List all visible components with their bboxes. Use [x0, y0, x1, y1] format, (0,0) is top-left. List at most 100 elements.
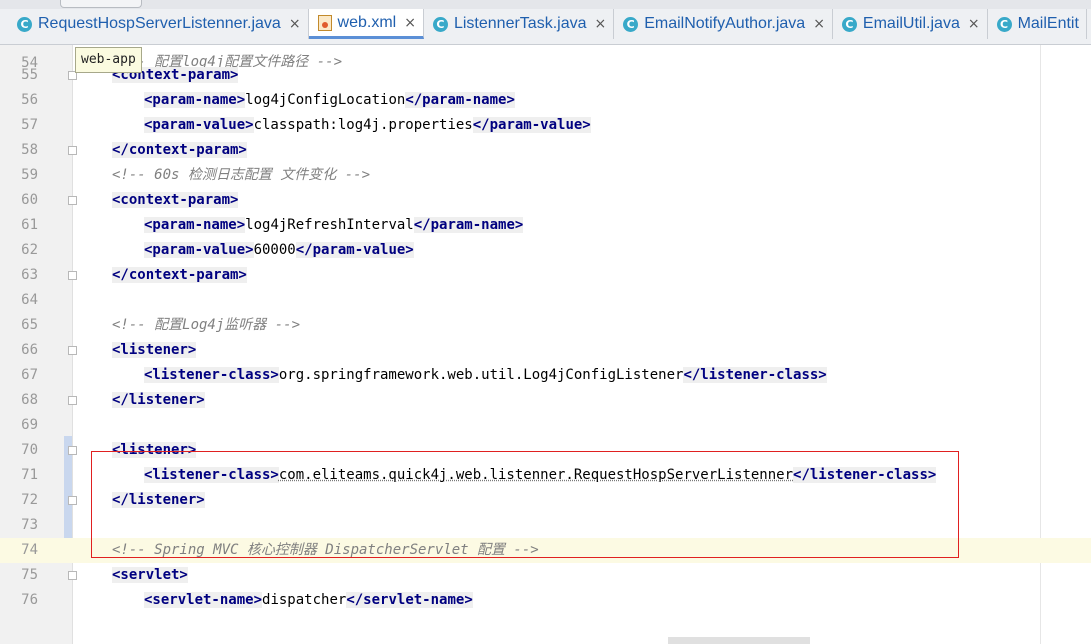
xml-tag: <servlet-name> — [144, 592, 263, 608]
code-text: <param-value>classpath:log4j.properties<… — [144, 113, 591, 138]
code-text: <!-- 60s 检测日志配置 文件变化 --> — [112, 163, 370, 188]
line-number: 58 — [21, 142, 38, 158]
horizontal-scrollbar-thumb[interactable] — [668, 637, 810, 644]
tab-3[interactable]: C EmailNotifyAuthor.java × — [614, 9, 833, 39]
xml-tag: <listener-class> — [144, 467, 279, 483]
code-line-63[interactable]: 63 </context-param> — [0, 263, 1091, 288]
code-line-74[interactable]: 74 <!-- Spring MVC 核心控制器 DispatcherServle… — [0, 538, 1091, 563]
code-line-64[interactable]: 64 — [0, 288, 1091, 313]
tab-label: RequestHospServerListenner.java — [38, 15, 281, 32]
line-number: 72 — [21, 492, 38, 508]
line-number: 65 — [21, 317, 38, 333]
fold-marker-icon[interactable] — [68, 346, 77, 355]
line-number: 61 — [21, 217, 38, 233]
code-text: <listener-class>org.springframework.web.… — [144, 363, 827, 388]
code-line-66[interactable]: 66 <listener> — [0, 338, 1091, 363]
tab-4[interactable]: C EmailUtil.java × — [833, 9, 988, 39]
fold-marker-icon[interactable] — [68, 496, 77, 505]
code-line-72[interactable]: 72 </listener> — [0, 488, 1091, 513]
xml-tag: <listener> — [112, 442, 197, 458]
fold-marker-icon[interactable] — [68, 571, 77, 580]
xml-text: classpath:log4j.properties — [253, 117, 473, 133]
navigation-crumb[interactable] — [60, 0, 142, 8]
close-icon[interactable]: × — [813, 16, 825, 32]
tab-label: EmailUtil.java — [862, 15, 960, 32]
java-class-icon: C — [623, 16, 639, 32]
xml-text: 60000 — [253, 242, 296, 258]
code-editor[interactable]: 54 <!-- 配置log4j配置文件路径 --> 55 <context-par… — [0, 45, 1091, 644]
java-class-icon: C — [841, 16, 857, 32]
code-text: <servlet> — [112, 563, 188, 588]
code-line-59[interactable]: 59 <!-- 60s 检测日志配置 文件变化 --> — [0, 163, 1091, 188]
fold-marker-icon[interactable] — [68, 271, 77, 280]
code-text: </context-param> — [112, 138, 247, 163]
fold-marker-icon[interactable] — [68, 146, 77, 155]
close-icon[interactable]: × — [594, 16, 606, 32]
fold-marker-icon[interactable] — [68, 396, 77, 405]
line-number: 69 — [21, 417, 38, 433]
code-text: <listener> — [112, 338, 197, 363]
code-lines: 54 <!-- 配置log4j配置文件路径 --> 55 <context-par… — [0, 54, 1091, 613]
tab-2[interactable]: C ListennerTask.java × — [424, 9, 615, 39]
fold-marker-icon[interactable] — [68, 446, 77, 455]
code-line-75[interactable]: 75 <servlet> — [0, 563, 1091, 588]
code-line-57[interactable]: 57 <param-value>classpath:log4j.propertie… — [0, 113, 1091, 138]
xml-text: org.springframework.web.util.Log4jConfig… — [278, 367, 684, 383]
code-text: <listener> — [112, 438, 197, 463]
code-line-69[interactable]: 69 — [0, 413, 1091, 438]
code-text: <!-- 配置Log4j监听器 --> — [112, 313, 300, 338]
code-line-71[interactable]: 71 <listener-class>com.eliteams.quick4j.w… — [0, 463, 1091, 488]
line-number: 75 — [21, 567, 38, 583]
code-line-56[interactable]: 56 <param-name>log4jConfigLocation</param… — [0, 88, 1091, 113]
xml-tag: </context-param> — [112, 267, 247, 283]
code-line-76[interactable]: 76 <servlet-name>dispatcher</servlet-name… — [0, 588, 1091, 613]
xml-tag: </context-param> — [112, 142, 247, 158]
line-number: 66 — [21, 342, 38, 358]
code-line-65[interactable]: 65 <!-- 配置Log4j监听器 --> — [0, 313, 1091, 338]
code-text: <param-name>log4jConfigLocation</param-n… — [144, 88, 515, 113]
tab-label: web.xml — [337, 13, 397, 31]
xml-tag: </listener-class> — [793, 467, 937, 483]
code-line-70[interactable]: 70 <listener> — [0, 438, 1091, 463]
code-line-67[interactable]: 67 <listener-class>org.springframework.we… — [0, 363, 1091, 388]
java-class-icon: C — [432, 16, 448, 32]
code-line-68[interactable]: 68 </listener> — [0, 388, 1091, 413]
code-line-60[interactable]: 60 <context-param> — [0, 188, 1091, 213]
xml-text: dispatcher — [262, 592, 347, 608]
xml-tag: </param-value> — [472, 117, 591, 133]
xml-comment: <!-- 60s 检测日志配置 文件变化 --> — [112, 167, 371, 183]
code-line-73[interactable]: 73 — [0, 513, 1091, 538]
line-number: 73 — [21, 517, 38, 533]
xml-tag: </param-value> — [295, 242, 414, 258]
xml-text: log4jRefreshInterval — [245, 217, 414, 233]
code-text: <servlet-name>dispatcher</servlet-name> — [144, 588, 473, 613]
code-line-55[interactable]: 55 <context-param> — [0, 63, 1091, 88]
close-icon[interactable]: × — [404, 15, 416, 31]
xml-tag: <context-param> — [112, 192, 239, 208]
xml-text: com.eliteams.quick4j.web.listenner.Reque… — [278, 467, 794, 483]
code-line-62[interactable]: 62 <param-value>60000</param-value> — [0, 238, 1091, 263]
navigation-strip — [0, 0, 1091, 9]
line-number: 64 — [21, 292, 38, 308]
xml-tag: <param-name> — [144, 92, 246, 108]
tab-5[interactable]: C MailEntit — [988, 9, 1087, 39]
tab-1[interactable]: web.xml × — [308, 9, 424, 39]
xml-tag: <param-value> — [144, 242, 254, 258]
code-line-61[interactable]: 61 <param-name>log4jRefreshInterval</para… — [0, 213, 1091, 238]
code-text: </context-param> — [112, 263, 247, 288]
line-number: 67 — [21, 367, 38, 383]
fold-marker-icon[interactable] — [68, 196, 77, 205]
xml-tag: </param-name> — [413, 217, 524, 233]
xml-comment: <!-- 配置Log4j监听器 --> — [112, 317, 301, 333]
xml-tag: </listener-class> — [683, 367, 827, 383]
tab-0[interactable]: C RequestHospServerListenner.java × — [8, 9, 309, 39]
code-text: <param-name>log4jRefreshInterval</param-… — [144, 213, 524, 238]
line-number: 74 — [21, 542, 38, 558]
xml-comment: <!-- Spring MVC 核心控制器 DispatcherServlet … — [112, 542, 539, 558]
close-icon[interactable]: × — [289, 16, 301, 32]
close-icon[interactable]: × — [968, 16, 980, 32]
editor-tab-bar: C RequestHospServerListenner.java × web.xml… — [0, 0, 1091, 45]
code-line-58[interactable]: 58 </context-param> — [0, 138, 1091, 163]
line-number: 57 — [21, 117, 38, 133]
xml-tag: </param-name> — [405, 92, 515, 108]
